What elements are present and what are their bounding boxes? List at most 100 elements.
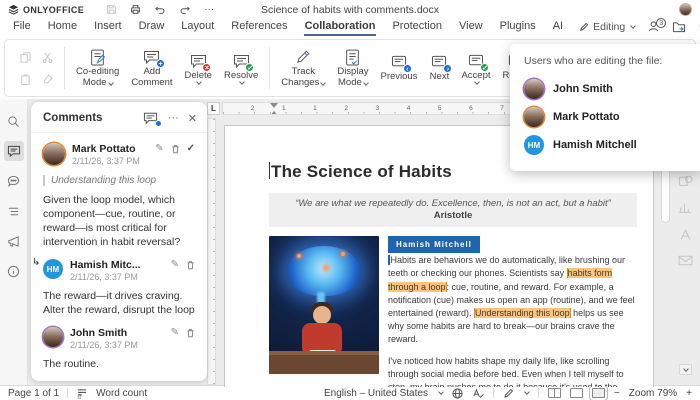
comment-timestamp: 2/11/26, 3:37 PM (72, 156, 140, 166)
chevron-down-icon (630, 23, 636, 29)
tab-layout[interactable]: Layout (180, 18, 215, 36)
scroll-down-button[interactable] (679, 364, 692, 375)
display-mode-button[interactable]: DisplayMode (331, 46, 374, 90)
logo-text: ONLYOFFICE (23, 5, 84, 15)
two-pages-view-icon[interactable] (548, 388, 561, 398)
tab-collaboration[interactable]: Collaboration (304, 18, 377, 36)
tab-references[interactable]: References (230, 18, 288, 36)
tab-view[interactable]: View (458, 18, 484, 36)
menubar: File Home Insert Draw Layout References … (0, 17, 700, 36)
accept-change-button[interactable]: ✓ Accept (455, 50, 496, 86)
left-sidebar (0, 99, 28, 385)
chart-settings-icon[interactable] (678, 201, 692, 214)
about-info-icon[interactable] (4, 261, 24, 281)
language-selector[interactable]: English – United States (324, 388, 428, 399)
tab-insert[interactable]: Insert (93, 18, 123, 36)
undo-icon[interactable] (154, 4, 166, 15)
zoom-in-button[interactable]: + (686, 388, 692, 399)
text-art-settings-icon[interactable] (679, 228, 692, 241)
previous-change-button[interactable]: ‹ Previous (374, 51, 423, 85)
previous-change-icon: ‹ (389, 53, 409, 71)
toolbar-separator (64, 47, 65, 89)
save-icon[interactable] (106, 4, 117, 15)
feedback-icon[interactable] (4, 231, 24, 251)
navigation-panel-icon[interactable] (4, 201, 24, 221)
spell-check-icon[interactable] (472, 388, 484, 399)
avatar: HM (524, 135, 544, 155)
edit-reply-icon[interactable]: ✎ (171, 259, 179, 270)
popup-user-row: Mark Pottato (524, 103, 686, 131)
coediting-users-icon[interactable]: 3 (647, 20, 660, 33)
redo-icon[interactable] (179, 4, 191, 15)
tab-ai[interactable]: AI (552, 18, 564, 36)
avatar (43, 327, 63, 347)
reply-timestamp: 2/11/26, 3:37 PM (70, 272, 138, 282)
word-count-label[interactable]: Word count (96, 388, 147, 399)
titlebar: ONLYOFFICE ··· Science of habits with co… (0, 0, 700, 17)
resolve-comment-button[interactable]: ✓ Resolve (218, 50, 264, 86)
delete-comment-button[interactable]: × Delete (179, 50, 218, 86)
set-language-globe-icon[interactable] (452, 388, 463, 399)
user-name: Mark Pottato (553, 111, 620, 123)
reply-author: Hamish Mitc... (70, 259, 141, 271)
avatar (524, 107, 544, 127)
tab-home[interactable]: Home (47, 18, 78, 36)
user-name: Hamish Mitchell (553, 139, 637, 151)
print-icon[interactable] (130, 4, 141, 15)
next-change-button[interactable]: › Next (423, 51, 455, 85)
current-user-avatar[interactable] (679, 3, 692, 16)
comments-more-icon[interactable]: ··· (168, 112, 179, 124)
document-title: Science of habits with comments.docx (0, 4, 700, 16)
copy-icon[interactable] (20, 52, 31, 63)
search-panel-icon[interactable] (4, 111, 24, 131)
word-count-icon[interactable]: 12 (76, 388, 88, 399)
toolbar-separator (269, 47, 270, 89)
layers-icon (8, 4, 19, 15)
zoom-level[interactable]: Zoom 79% (629, 388, 677, 399)
comments-panel-icon[interactable] (4, 141, 24, 161)
tab-protection[interactable]: Protection (391, 18, 443, 36)
paste-icon[interactable] (20, 74, 31, 85)
format-painter-icon[interactable] (42, 74, 53, 85)
editing-mode-dropdown[interactable]: Editing (579, 21, 635, 33)
track-changes-button[interactable]: TrackChanges (275, 46, 331, 90)
delete-reply-icon[interactable] (186, 328, 195, 338)
popup-user-row: John Smith (524, 75, 686, 103)
app-window: ONLYOFFICE ··· Science of habits with co… (0, 0, 700, 400)
edit-comment-icon[interactable]: ✎ (155, 143, 163, 154)
fit-page-view-icon[interactable] (570, 388, 583, 398)
avatar (43, 143, 65, 165)
avatar: HM (43, 259, 63, 279)
document-text-column: Hamish Mitchell Habits are behaviors we … (388, 236, 637, 387)
tab-draw[interactable]: Draw (138, 18, 166, 36)
next-change-icon: › (429, 53, 449, 71)
hamish-cursor (388, 255, 390, 265)
add-comment-to-document-icon[interactable] (143, 111, 159, 125)
fit-width-view-icon[interactable] (592, 388, 605, 398)
document-illustration[interactable] (269, 236, 379, 374)
mail-merge-icon[interactable] (678, 255, 693, 266)
track-changes-toggle-icon[interactable] (503, 388, 514, 399)
cut-icon[interactable] (42, 52, 53, 63)
shape-settings-icon[interactable] (678, 174, 693, 187)
more-actions-icon[interactable]: ··· (204, 4, 214, 15)
close-panel-icon[interactable]: ✕ (188, 112, 197, 125)
vertical-ruler[interactable] (207, 118, 216, 385)
coediting-user-label-hamish: Hamish Mitchell (388, 236, 480, 253)
editing-users-popup: Users who are editing the file: John Smi… (510, 44, 700, 171)
zoom-out-button[interactable]: − (614, 388, 620, 399)
resolve-comment-check-icon[interactable]: ✓ (187, 143, 195, 154)
delete-reply-icon[interactable] (186, 260, 195, 270)
tab-file[interactable]: File (12, 18, 32, 36)
open-file-location-icon[interactable] (672, 21, 686, 33)
tab-stop-selector[interactable]: L (207, 102, 220, 115)
delete-comment-icon[interactable] (171, 144, 180, 154)
coediting-mode-button[interactable]: Co-editingMode (70, 46, 125, 90)
chat-panel-icon[interactable] (4, 171, 24, 191)
users-count-badge: 3 (656, 18, 666, 28)
tab-plugins[interactable]: Plugins (499, 18, 537, 36)
pencil-icon (579, 22, 589, 32)
margin-marker[interactable] (269, 103, 278, 115)
add-comment-button[interactable]: + AddComment (125, 46, 178, 90)
edit-reply-icon[interactable]: ✎ (171, 327, 179, 338)
